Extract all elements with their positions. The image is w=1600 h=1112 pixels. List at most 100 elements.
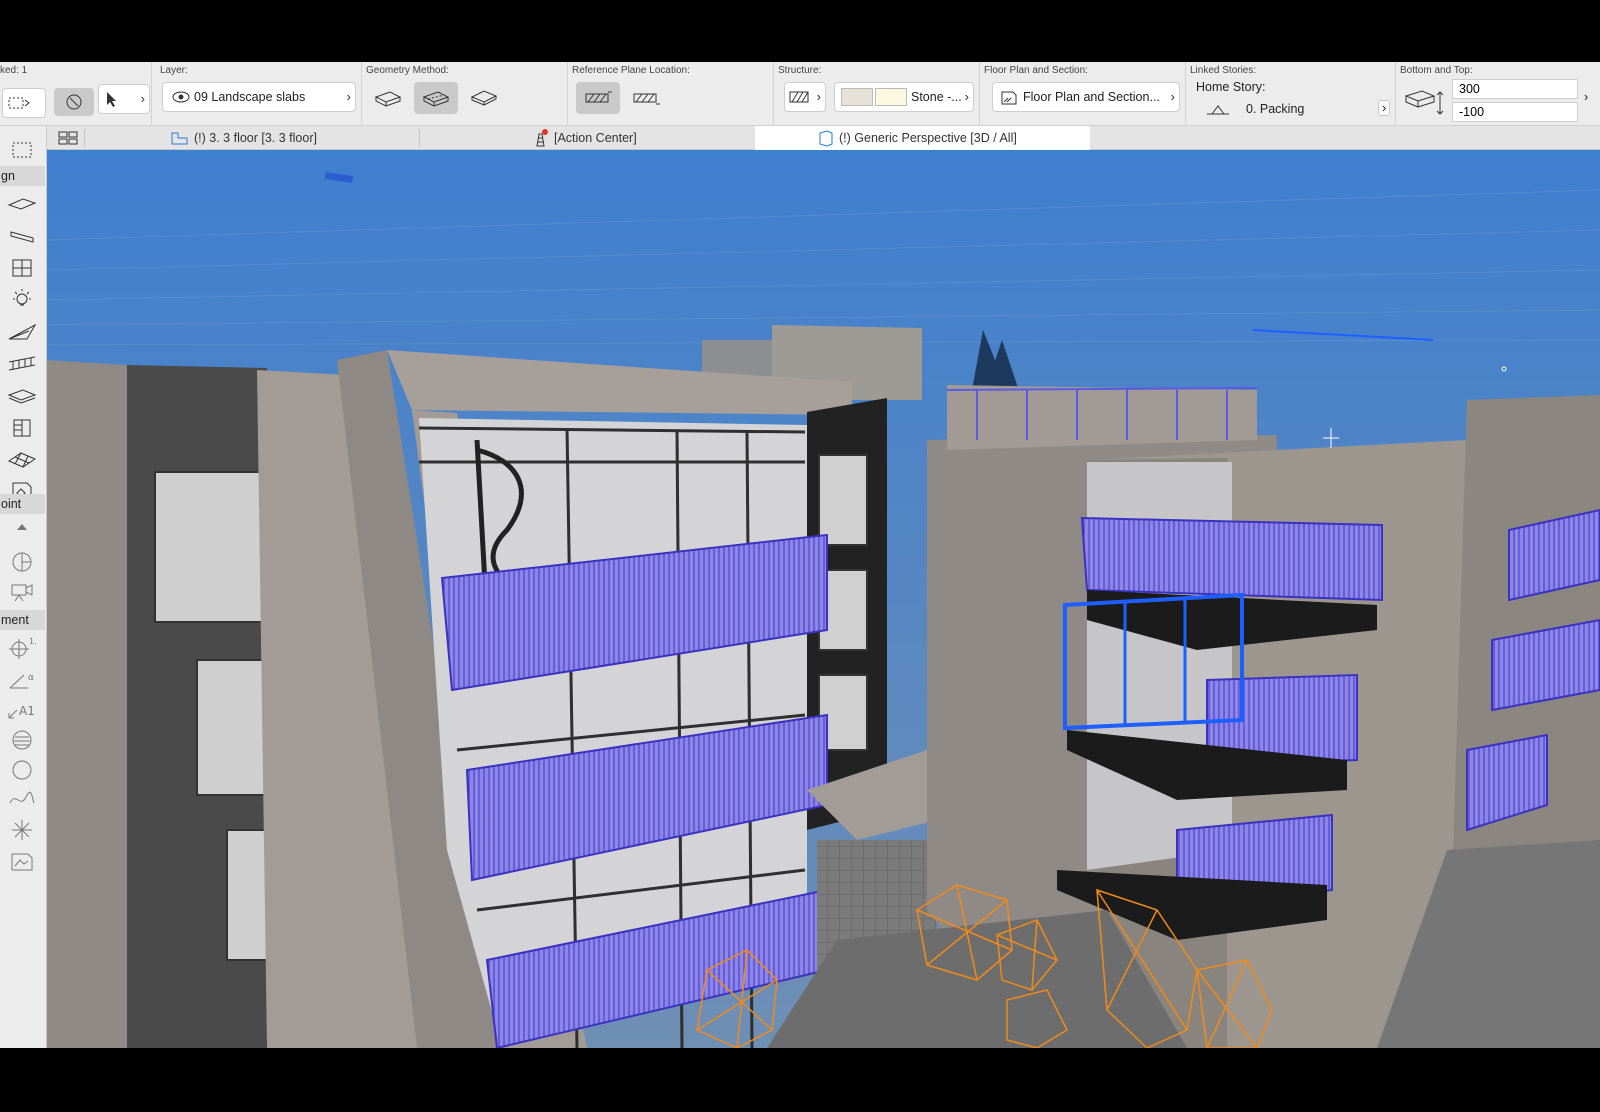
3d-viewport[interactable] bbox=[47, 150, 1600, 1048]
floor-plan-settings-button[interactable]: Floor Plan and Section... › bbox=[992, 82, 1180, 112]
top-offset-field[interactable] bbox=[1452, 79, 1578, 99]
camera-icon bbox=[11, 584, 33, 602]
roof-tool[interactable] bbox=[2, 318, 42, 346]
layer-section: Layer: 09 Landscape slabs › bbox=[156, 62, 362, 126]
floor-plan-section: Floor Plan and Section: Floor Plan and S… bbox=[980, 62, 1186, 126]
fill-icon bbox=[12, 730, 32, 750]
linked-stories-label: Linked Stories: bbox=[1190, 65, 1257, 76]
ref-plane-top-button[interactable] bbox=[576, 82, 620, 114]
label-tool[interactable]: A1 bbox=[2, 696, 42, 724]
spline-icon bbox=[9, 791, 35, 804]
geometry-rotated-button[interactable] bbox=[414, 82, 458, 114]
top-black-bar bbox=[0, 0, 1600, 62]
chevron-right-icon: › bbox=[346, 89, 351, 104]
section-tool[interactable] bbox=[2, 548, 42, 576]
curtain-wall-tool[interactable] bbox=[2, 446, 42, 474]
railing-tool[interactable] bbox=[2, 350, 42, 378]
mesh-icon bbox=[7, 389, 37, 404]
camera-tool[interactable] bbox=[2, 578, 42, 606]
window-tool[interactable] bbox=[2, 254, 42, 282]
toolbox-group-document[interactable]: ment bbox=[0, 610, 45, 630]
structure-type-button[interactable]: › bbox=[784, 82, 826, 112]
material-swatch-fill bbox=[875, 88, 907, 106]
angle-icon: α bbox=[9, 673, 34, 689]
marquee-icon bbox=[8, 97, 30, 109]
window-icon bbox=[12, 259, 32, 277]
spline-tool[interactable] bbox=[2, 786, 42, 814]
home-story-label: Home Story: bbox=[1196, 80, 1266, 94]
info-box: ked: 1 › Layer: 09 Landscape slabs › Geo… bbox=[0, 62, 1600, 126]
slab-tool[interactable] bbox=[2, 190, 42, 218]
structure-value: Stone -... bbox=[911, 90, 962, 104]
circle-icon bbox=[12, 760, 32, 780]
geometry-method-section: Geometry Method: bbox=[362, 62, 568, 126]
chevron-right-icon[interactable]: › bbox=[1584, 90, 1588, 104]
lighthouse-icon bbox=[536, 129, 548, 147]
chevron-right-icon: › bbox=[1170, 89, 1175, 104]
tab-bar: (!) 3. 3 floor [3. 3 floor] [Action Cent… bbox=[0, 126, 1600, 150]
beam-tool[interactable] bbox=[2, 222, 42, 250]
bottom-offset-field[interactable] bbox=[1452, 102, 1578, 122]
material-swatch-surface bbox=[841, 88, 873, 106]
tab-action-center[interactable]: [Action Center] bbox=[530, 126, 750, 150]
chevron-right-icon[interactable]: › bbox=[1378, 100, 1391, 116]
hotspot-tool[interactable] bbox=[2, 816, 42, 844]
slab-rotated-icon bbox=[422, 91, 450, 107]
tab-label: (!) 3. 3 floor [3. 3 floor] bbox=[194, 131, 317, 145]
angle-dimension-tool[interactable]: α bbox=[2, 666, 42, 694]
grid-icon bbox=[58, 131, 78, 145]
structure-material-selector[interactable]: Stone -... › bbox=[834, 82, 974, 112]
building-3d-render[interactable] bbox=[47, 150, 1600, 1048]
tab-separator bbox=[419, 129, 420, 147]
slab-thickness-icon bbox=[1404, 90, 1444, 115]
triangle-up-icon bbox=[17, 524, 27, 530]
home-story-value[interactable]: 0. Packing bbox=[1246, 102, 1304, 116]
marquee-tool[interactable] bbox=[2, 136, 42, 164]
railing-icon bbox=[8, 356, 36, 371]
selection-section: ked: 1 › bbox=[0, 62, 152, 126]
mesh-tool[interactable] bbox=[2, 382, 42, 410]
chevron-right-icon: › bbox=[964, 89, 969, 104]
layer-selector[interactable]: 09 Landscape slabs › bbox=[162, 82, 356, 112]
geometry-polygon-button[interactable] bbox=[462, 82, 506, 114]
svg-text:α: α bbox=[28, 673, 34, 683]
tab-separator bbox=[84, 129, 85, 147]
label-icon: A1 bbox=[8, 704, 35, 719]
chevron-right-icon: › bbox=[816, 89, 821, 104]
stair-tool[interactable] bbox=[2, 414, 42, 442]
ref-plane-bottom-button[interactable] bbox=[624, 82, 668, 114]
right-parapet bbox=[947, 385, 1257, 450]
view-grid-button[interactable] bbox=[54, 126, 82, 150]
geometry-single-button[interactable] bbox=[366, 82, 410, 114]
floor-plan-value: Floor Plan and Section... bbox=[1023, 90, 1160, 104]
linked-stories-section: Linked Stories: Home Story: 0. Packing › bbox=[1186, 62, 1396, 126]
dimension-icon: 1.2 bbox=[9, 637, 37, 659]
toolbox-group-design[interactable]: gn bbox=[0, 166, 45, 186]
collapse-arrow[interactable] bbox=[2, 518, 42, 536]
balcony-railing bbox=[1080, 516, 1383, 602]
hotspot-icon bbox=[12, 820, 32, 840]
tab-3d-perspective[interactable]: (!) Generic Perspective [3D / All] bbox=[755, 126, 1090, 150]
reference-plane-label: Reference Plane Location: bbox=[572, 65, 690, 76]
dimension-tool[interactable]: 1.2 bbox=[2, 634, 42, 662]
lamp-tool[interactable] bbox=[2, 286, 42, 314]
ref-plane-top-icon bbox=[585, 91, 612, 103]
rotate-tool-button[interactable] bbox=[54, 88, 94, 116]
selected-count-label: ked: 1 bbox=[0, 65, 28, 76]
floor-plan-icon bbox=[1001, 91, 1017, 105]
fill-tool[interactable] bbox=[2, 726, 42, 754]
roof-icon bbox=[8, 323, 37, 340]
slab-single-icon bbox=[374, 91, 402, 107]
toolbox: gn oint ment 1.2 α A1 bbox=[0, 126, 47, 1048]
arrow-tool-button[interactable]: › bbox=[98, 84, 150, 114]
circle-tool[interactable] bbox=[2, 756, 42, 784]
tab-floor-plan[interactable]: (!) 3. 3 floor [3. 3 floor] bbox=[170, 126, 418, 150]
3d-window-icon bbox=[819, 130, 833, 147]
floor-plan-tab-icon bbox=[171, 132, 188, 145]
toolbox-group-viewpoint[interactable]: oint bbox=[0, 494, 45, 514]
drawing-tool[interactable] bbox=[2, 848, 42, 876]
svg-text:1.2: 1.2 bbox=[29, 637, 37, 646]
marquee-select-button[interactable] bbox=[2, 88, 46, 118]
structure-label: Structure: bbox=[778, 65, 822, 76]
drawing-icon bbox=[11, 853, 33, 871]
